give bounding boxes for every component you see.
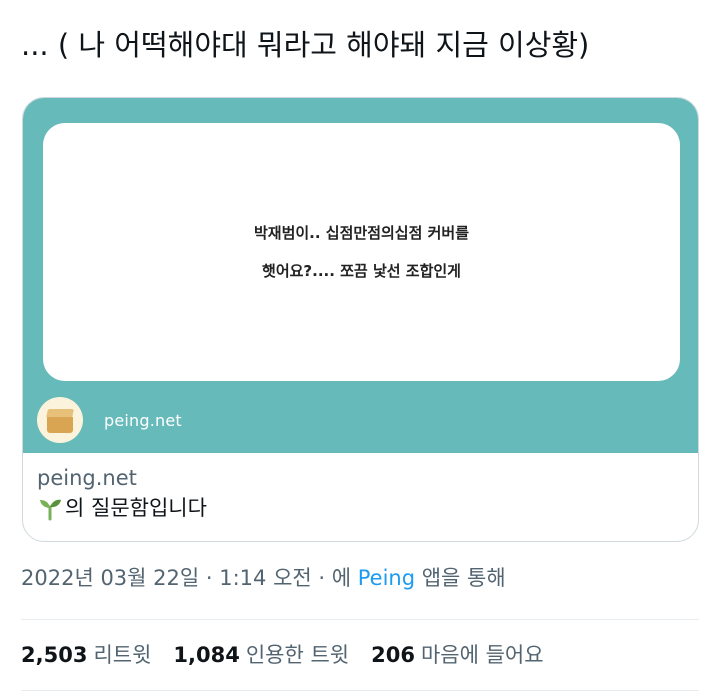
box-avatar-icon — [37, 397, 83, 443]
retweet-label: 리트윗 — [93, 643, 152, 667]
quote-count: 1,084 — [173, 643, 240, 667]
card-meta[interactable]: peing.net 의 질문함입니다 — [23, 453, 698, 541]
card-domain: peing.net — [37, 466, 137, 490]
sprout-icon — [37, 495, 63, 521]
timestamp-separator: · — [311, 566, 332, 590]
divider — [21, 690, 699, 691]
via-prefix: 에 — [331, 566, 358, 590]
question-line: 햇어요?.... 쪼끔 낯선 조합인게 — [262, 262, 461, 280]
tweet-timestamp: 2022년 03월 22일 · 1:14 오전 · 에 Peing 앱을 통해 — [21, 563, 506, 593]
divider — [21, 619, 699, 620]
via-app-link[interactable]: Peing — [358, 566, 415, 590]
card-title-text: 의 질문함입니다 — [65, 496, 207, 520]
question-line: 박재범이.. 십점만점의십점 커버를 — [253, 224, 470, 242]
like-count-link[interactable]: 206 마음에 들어요 — [371, 640, 543, 670]
card-title: 의 질문함입니다 — [37, 493, 686, 523]
quote-count-link[interactable]: 1,084 인용한 트윗 — [173, 640, 349, 670]
retweet-count-link[interactable]: 2,503 리트윗 — [21, 640, 151, 670]
question-box: 박재범이.. 십점만점의십점 커버를 햇어요?.... 쪼끔 낯선 조합인게 — [43, 123, 680, 381]
via-suffix: 앱을 통해 — [415, 566, 506, 590]
link-card[interactable]: 박재범이.. 십점만점의십점 커버를 햇어요?.... 쪼끔 낯선 조합인게 p… — [22, 97, 699, 542]
like-label: 마음에 들어요 — [420, 643, 544, 667]
timestamp-time[interactable]: 1:14 오전 — [219, 566, 311, 590]
timestamp-separator: · — [199, 566, 220, 590]
quote-label: 인용한 트윗 — [245, 643, 350, 667]
retweet-count: 2,503 — [21, 643, 88, 667]
timestamp-date[interactable]: 2022년 03월 22일 — [21, 566, 199, 590]
like-count: 206 — [371, 643, 415, 667]
image-domain-label: peing.net — [104, 410, 182, 430]
peing-footer: peing.net — [37, 396, 182, 444]
tweet-text: ... ( 나 어떡해야대 뭐라고 해야돼 지금 이상황) — [21, 28, 590, 62]
card-image[interactable]: 박재범이.. 십점만점의십점 커버를 햇어요?.... 쪼끔 낯선 조합인게 p… — [23, 98, 698, 453]
engagement-stats: 2,503 리트윗 1,084 인용한 트윗 206 마음에 들어요 — [21, 640, 566, 670]
